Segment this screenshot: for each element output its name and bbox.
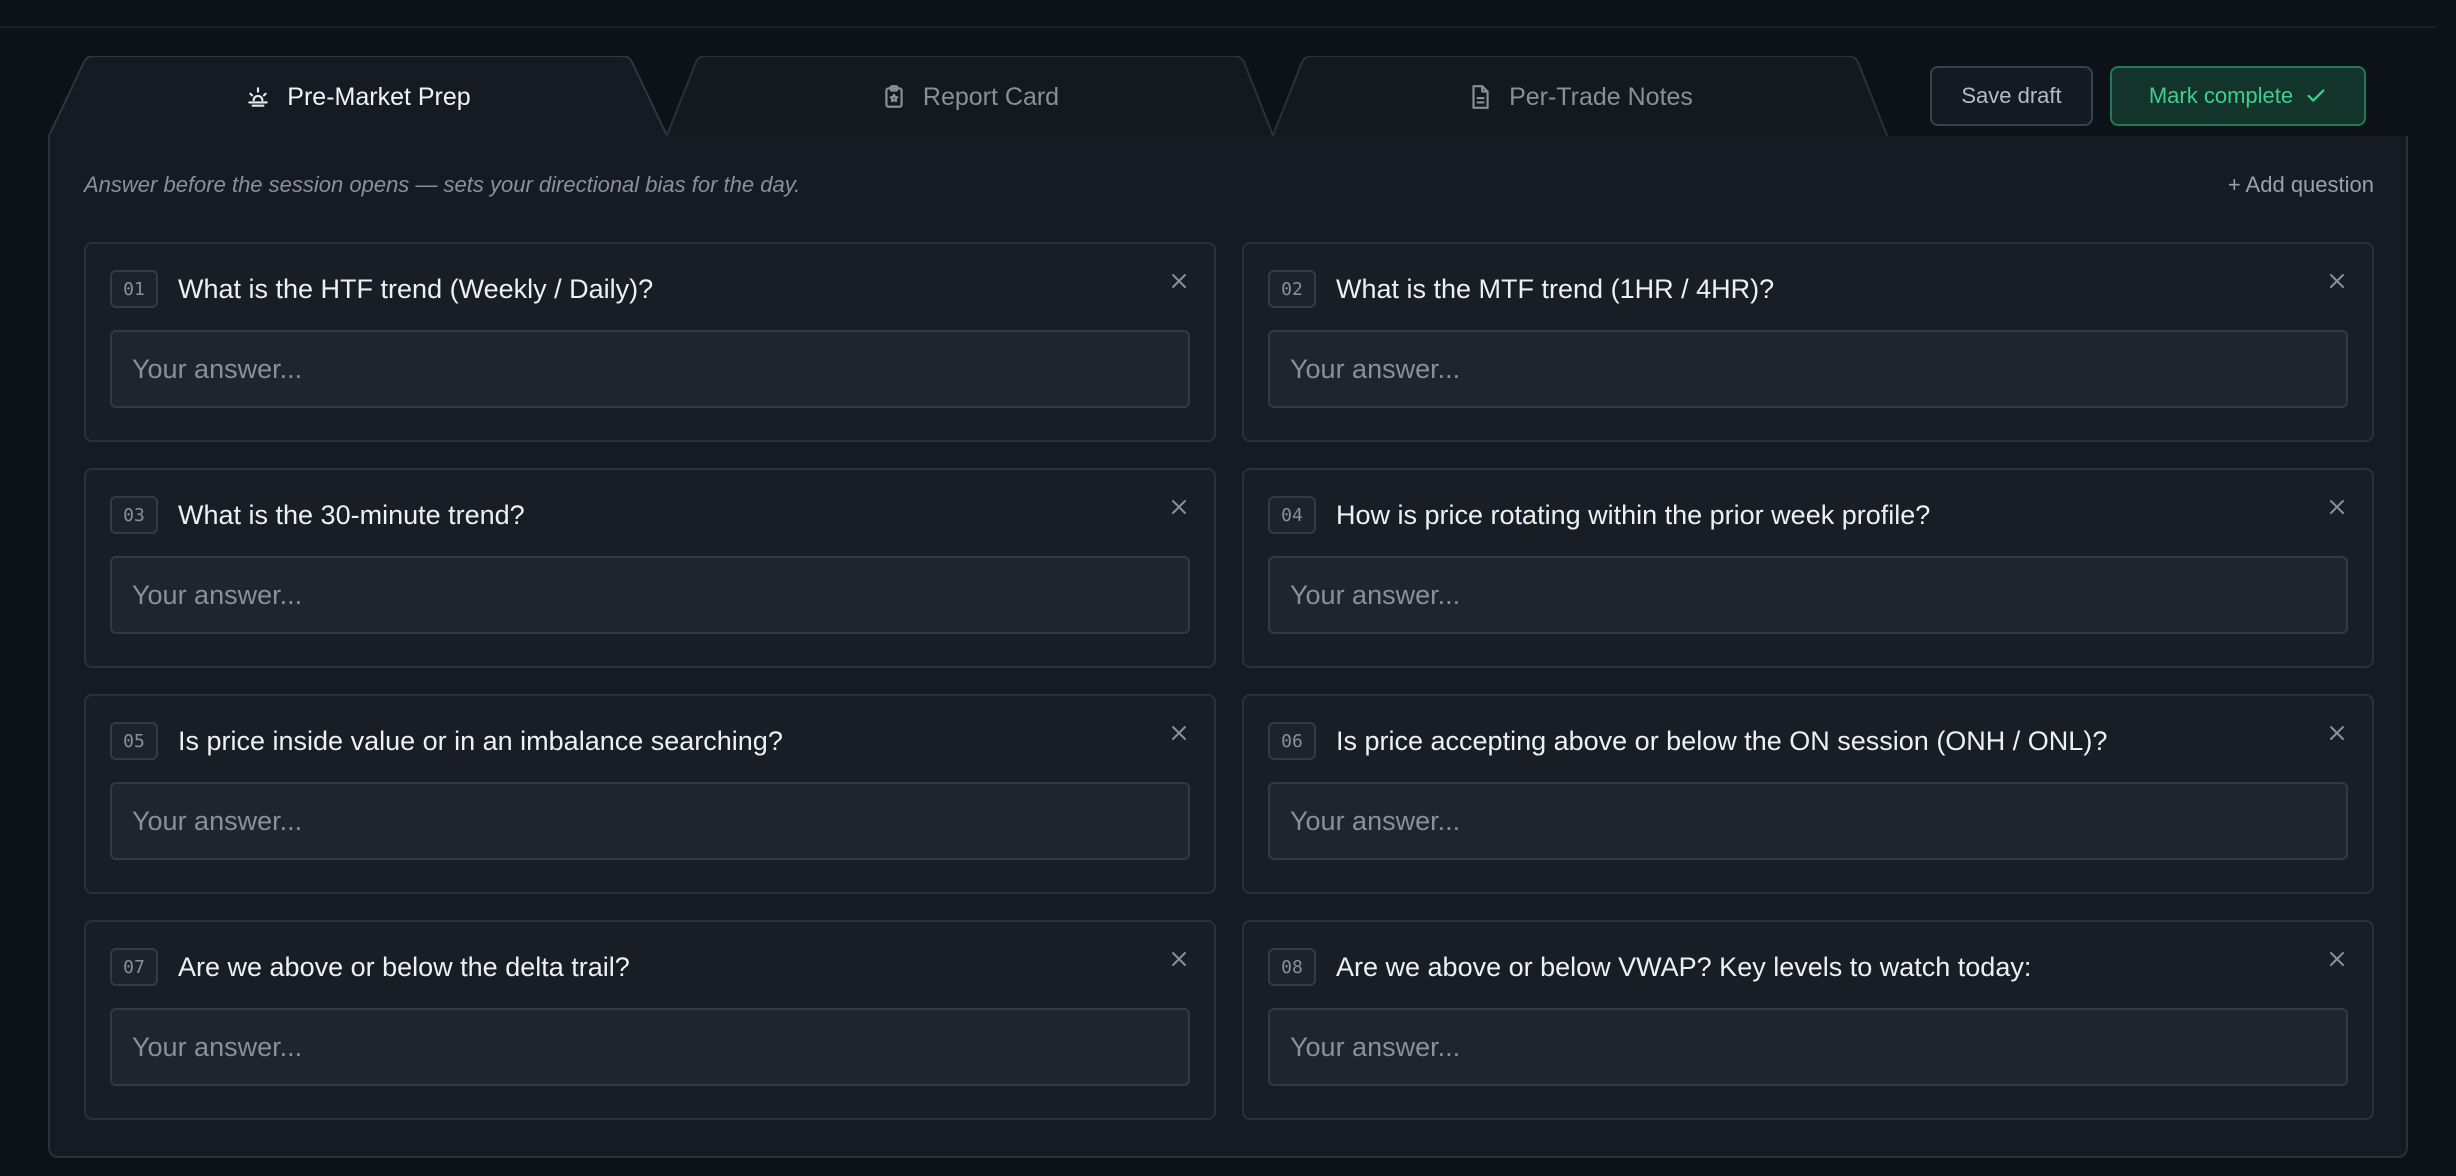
clipboard-icon <box>881 84 907 110</box>
close-icon[interactable] <box>2324 946 2350 972</box>
question-number: 08 <box>1268 948 1316 986</box>
question-grid: 01 What is the HTF trend (Weekly / Daily… <box>84 242 2374 1120</box>
question-number: 04 <box>1268 496 1316 534</box>
answer-input[interactable] <box>1268 782 2348 860</box>
pre-market-prep-panel: Answer before the session opens — sets y… <box>48 136 2408 1158</box>
question-text: What is the HTF trend (Weekly / Daily)? <box>178 274 654 304</box>
mark-complete-label: Mark complete <box>2148 83 2294 108</box>
question-number: 02 <box>1268 270 1316 308</box>
question-card: 02 What is the MTF trend (1HR / 4HR)? <box>1242 242 2374 442</box>
tab-label: Pre-Market Prep <box>287 82 471 111</box>
question-number: 05 <box>110 722 158 760</box>
answer-input[interactable] <box>110 782 1190 860</box>
close-icon[interactable] <box>2324 720 2350 746</box>
question-card: 06 Is price accepting above or below the… <box>1242 694 2374 894</box>
tab-report-card[interactable]: Report Card <box>666 56 1274 138</box>
tab-label: Per-Trade Notes <box>1509 82 1693 111</box>
answer-input[interactable] <box>110 330 1190 408</box>
question-number: 06 <box>1268 722 1316 760</box>
close-icon[interactable] <box>2324 268 2350 294</box>
question-text: What is the MTF trend (1HR / 4HR)? <box>1336 274 1775 304</box>
question-text: Are we above or below VWAP? Key levels t… <box>1336 952 2032 982</box>
save-draft-label: Save draft <box>1961 83 2062 108</box>
document-icon <box>1467 84 1493 110</box>
close-icon[interactable] <box>2324 494 2350 520</box>
question-number: 03 <box>110 496 158 534</box>
question-text: Is price inside value or in an imbalance… <box>178 726 783 756</box>
answer-input[interactable] <box>1268 1008 2348 1086</box>
question-text: Is price accepting above or below the ON… <box>1336 726 2108 756</box>
question-card: 01 What is the HTF trend (Weekly / Daily… <box>84 242 1216 442</box>
close-icon[interactable] <box>1166 494 1192 520</box>
question-text: How is price rotating within the prior w… <box>1336 500 1931 530</box>
close-icon[interactable] <box>1166 268 1192 294</box>
answer-input[interactable] <box>110 1008 1190 1086</box>
answer-input[interactable] <box>110 556 1190 634</box>
close-icon[interactable] <box>1166 720 1192 746</box>
sunrise-icon <box>245 84 271 110</box>
question-number: 01 <box>110 270 158 308</box>
question-card: 03 What is the 30-minute trend? <box>84 468 1216 668</box>
tab-pre-market-prep[interactable]: Pre-Market Prep <box>48 56 668 138</box>
close-icon[interactable] <box>1166 946 1192 972</box>
question-number: 07 <box>110 948 158 986</box>
answer-input[interactable] <box>1268 330 2348 408</box>
question-text: Are we above or below the delta trail? <box>178 952 630 982</box>
top-divider <box>0 26 2436 28</box>
save-draft-button[interactable]: Save draft <box>1930 66 2093 126</box>
add-question-button[interactable]: + Add question <box>2228 172 2374 198</box>
question-card: 04 How is price rotating within the prio… <box>1242 468 2374 668</box>
panel-subtitle: Answer before the session opens — sets y… <box>84 172 801 197</box>
question-card: 08 Are we above or below VWAP? Key level… <box>1242 920 2374 1120</box>
tab-label: Report Card <box>922 82 1060 111</box>
question-card: 07 Are we above or below the delta trail… <box>84 920 1216 1120</box>
question-text: What is the 30-minute trend? <box>178 500 525 530</box>
checkmark-icon <box>2305 85 2327 107</box>
answer-input[interactable] <box>1268 556 2348 634</box>
tab-per-trade-notes[interactable]: Per-Trade Notes <box>1272 56 1888 138</box>
mark-complete-button[interactable]: Mark complete <box>2110 66 2366 126</box>
question-card: 05 Is price inside value or in an imbala… <box>84 694 1216 894</box>
